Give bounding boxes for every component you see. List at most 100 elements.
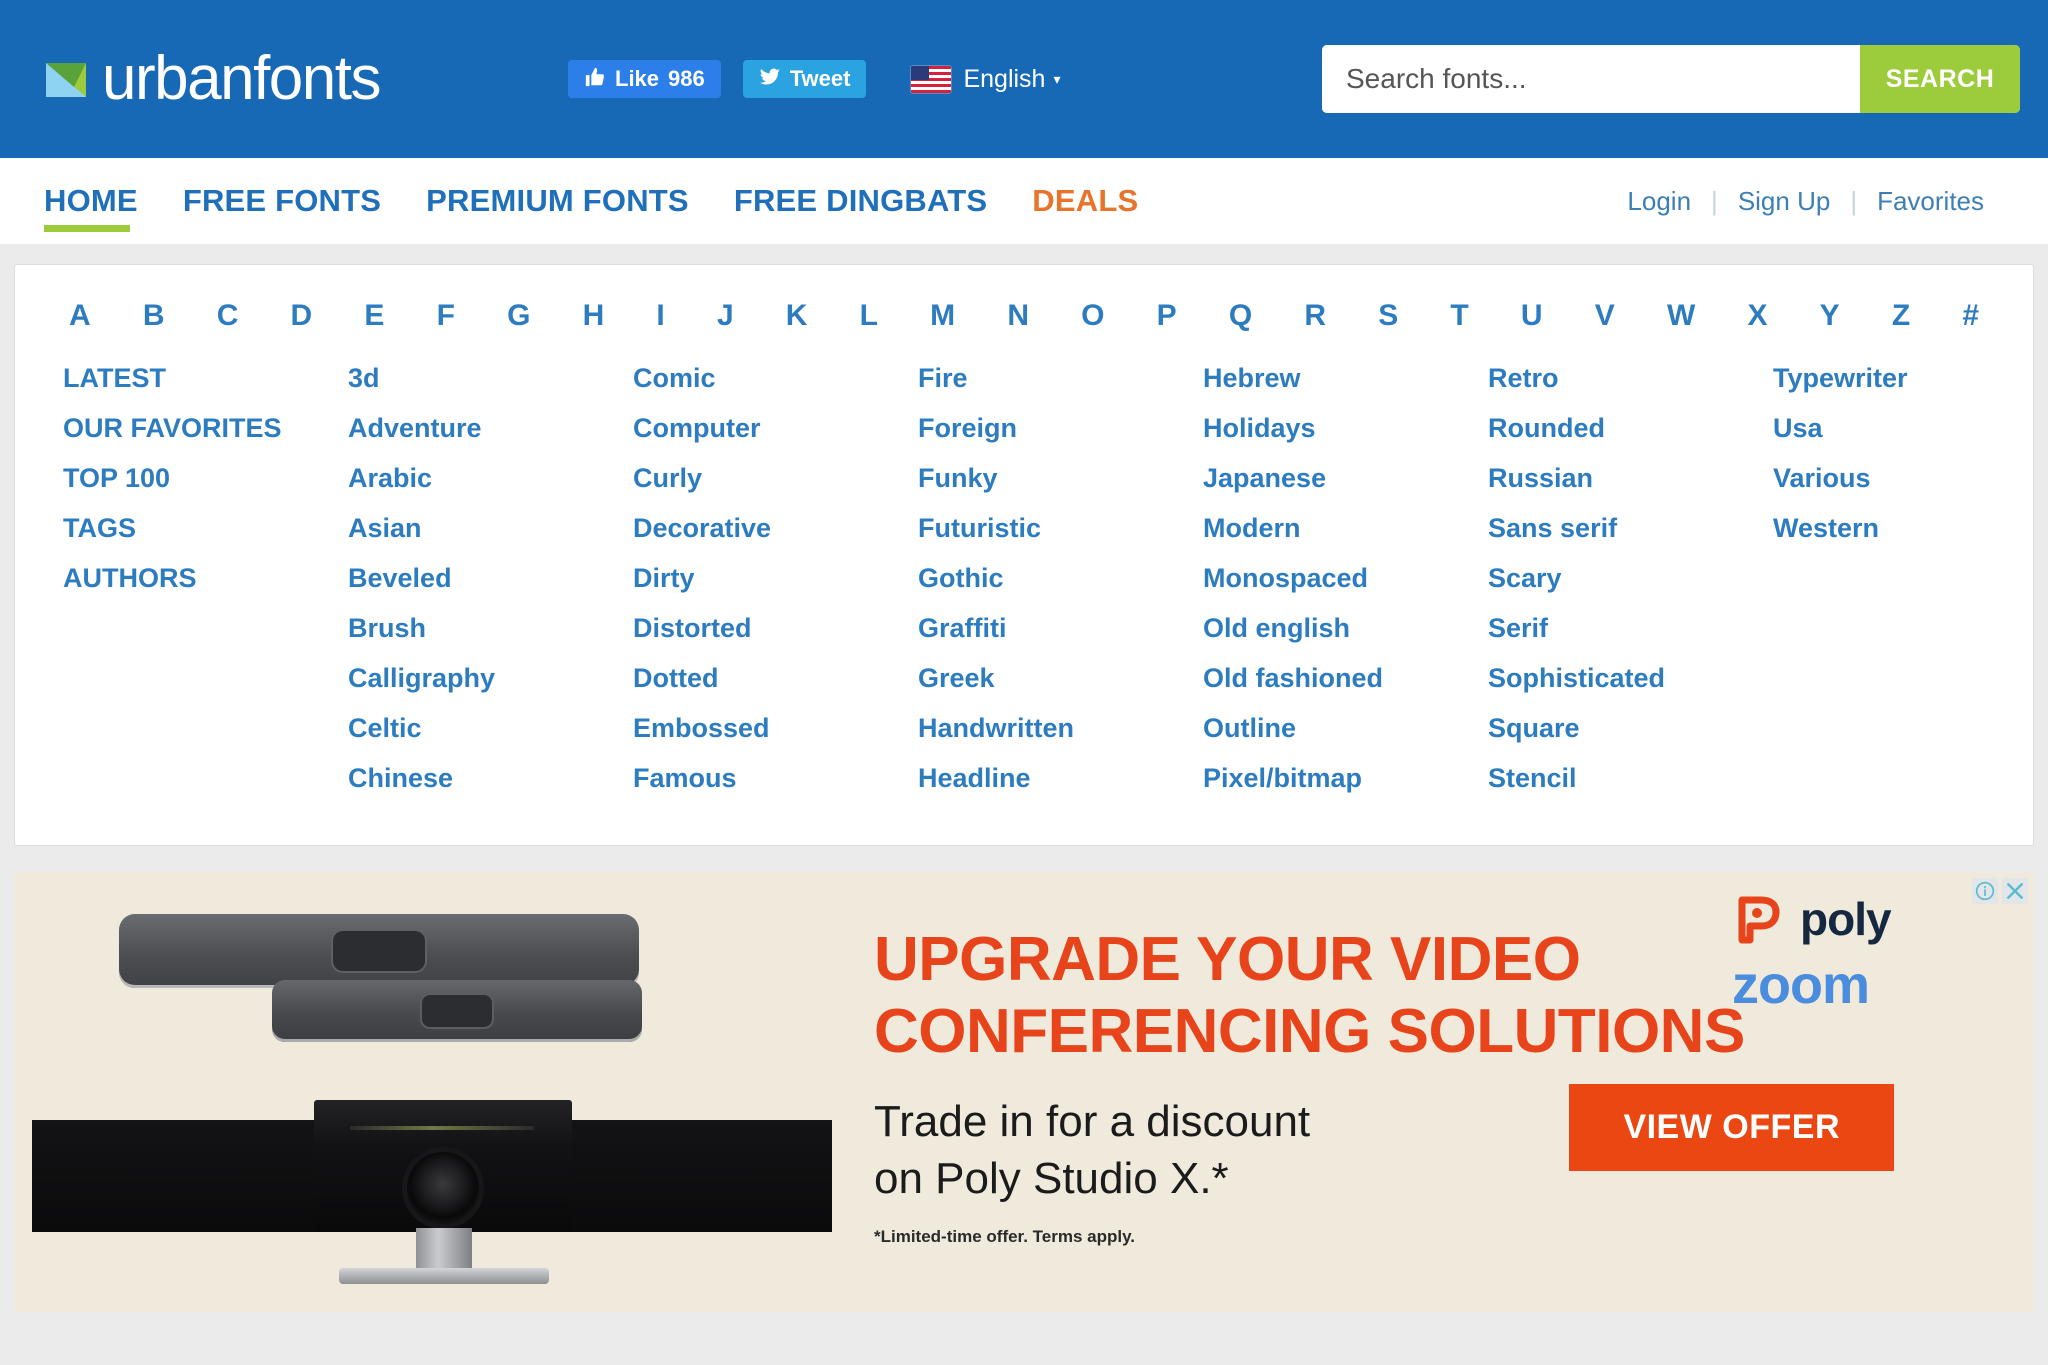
alphabet-link[interactable]: G (501, 299, 536, 333)
alphabet-link[interactable]: Q (1223, 299, 1258, 333)
alphabet-link[interactable]: B (137, 299, 171, 333)
twitter-tweet-button[interactable]: Tweet (742, 60, 867, 98)
category-link[interactable]: Serif (1488, 615, 1773, 642)
alphabet-link[interactable]: H (577, 299, 611, 333)
category-link[interactable]: Old fashioned (1203, 665, 1488, 692)
category-link[interactable]: Old english (1203, 615, 1488, 642)
category-link[interactable]: Typewriter (1773, 365, 1908, 392)
adchoices-info-icon[interactable] (1972, 878, 1998, 904)
category-link[interactable]: Headline (918, 765, 1203, 792)
category-link[interactable]: Russian (1488, 465, 1773, 492)
category-link[interactable]: Calligraphy (348, 665, 633, 692)
favorites-link[interactable]: Favorites (1857, 186, 2004, 217)
alphabet-link[interactable]: Z (1886, 299, 1916, 333)
category-link[interactable]: Modern (1203, 515, 1488, 542)
category-link[interactable]: TOP 100 (63, 465, 348, 492)
category-link[interactable]: Outline (1203, 715, 1488, 742)
category-link[interactable]: TAGS (63, 515, 348, 542)
category-link[interactable]: Beveled (348, 565, 633, 592)
category-link[interactable]: Hebrew (1203, 365, 1488, 392)
alphabet-link[interactable]: N (1001, 299, 1035, 333)
category-link[interactable]: Sans serif (1488, 515, 1773, 542)
category-link[interactable]: Distorted (633, 615, 918, 642)
alphabet-link[interactable]: D (285, 299, 319, 333)
category-link[interactable]: Fire (918, 365, 1203, 392)
category-link[interactable]: Celtic (348, 715, 633, 742)
alphabet-link[interactable]: W (1661, 299, 1701, 333)
category-link[interactable]: Brush (348, 615, 633, 642)
category-link[interactable]: Adventure (348, 415, 633, 442)
category-link[interactable]: Scary (1488, 565, 1773, 592)
alphabet-link[interactable]: P (1151, 299, 1183, 333)
category-link[interactable]: Usa (1773, 415, 1908, 442)
category-link[interactable]: Curly (633, 465, 918, 492)
signup-link[interactable]: Sign Up (1718, 186, 1851, 217)
alphabet-link[interactable]: S (1372, 299, 1404, 333)
alphabet-link[interactable]: F (431, 299, 461, 333)
search-button[interactable]: SEARCH (1860, 45, 2020, 113)
category-link[interactable]: Chinese (348, 765, 633, 792)
category-link[interactable]: Sophisticated (1488, 665, 1773, 692)
nav-item-deals[interactable]: DEALS (1032, 158, 1138, 244)
alphabet-link[interactable]: R (1298, 299, 1332, 333)
category-link[interactable]: Futuristic (918, 515, 1203, 542)
category-link[interactable]: Arabic (348, 465, 633, 492)
category-link[interactable]: Famous (633, 765, 918, 792)
alphabet-link[interactable]: V (1589, 299, 1621, 333)
category-link[interactable]: Comic (633, 365, 918, 392)
category-link[interactable]: Retro (1488, 365, 1773, 392)
category-link[interactable]: Monospaced (1203, 565, 1488, 592)
category-link[interactable]: Square (1488, 715, 1773, 742)
nav-item-premium-fonts[interactable]: PREMIUM FONTS (426, 158, 689, 244)
category-link[interactable]: Handwritten (918, 715, 1203, 742)
category-link[interactable]: Holidays (1203, 415, 1488, 442)
alphabet-link[interactable]: U (1515, 299, 1549, 333)
alphabet-link[interactable]: O (1075, 299, 1110, 333)
alphabet-link[interactable]: T (1444, 299, 1474, 333)
alphabet-link[interactable]: Y (1814, 299, 1846, 333)
category-link[interactable]: Decorative (633, 515, 918, 542)
view-offer-button[interactable]: VIEW OFFER (1569, 1084, 1894, 1171)
category-link[interactable]: Dotted (633, 665, 918, 692)
alphabet-link[interactable]: X (1741, 299, 1773, 333)
nav-item-free-dingbats[interactable]: FREE DINGBATS (734, 158, 987, 244)
category-link[interactable]: Gothic (918, 565, 1203, 592)
category-link[interactable]: Various (1773, 465, 1908, 492)
category-link[interactable]: Graffiti (918, 615, 1203, 642)
alphabet-link[interactable]: E (358, 299, 390, 333)
login-link[interactable]: Login (1607, 186, 1711, 217)
nav-item-home[interactable]: HOME (44, 158, 138, 244)
ad-close-icon[interactable] (2002, 878, 2028, 904)
category-link[interactable]: Foreign (918, 415, 1203, 442)
category-link[interactable]: Stencil (1488, 765, 1773, 792)
search-input[interactable] (1322, 45, 1860, 113)
category-link[interactable]: Western (1773, 515, 1908, 542)
nav-item-free-fonts[interactable]: FREE FONTS (183, 158, 381, 244)
alphabet-link[interactable]: J (711, 299, 740, 333)
facebook-like-button[interactable]: Like 986 (568, 60, 721, 98)
alphabet-link[interactable]: L (854, 299, 884, 333)
category-link[interactable]: Pixel/bitmap (1203, 765, 1488, 792)
category-link[interactable]: 3d (348, 365, 633, 392)
category-link[interactable]: Greek (918, 665, 1203, 692)
category-link[interactable]: Embossed (633, 715, 918, 742)
alphabet-link[interactable]: I (650, 299, 670, 333)
category-link[interactable]: Rounded (1488, 415, 1773, 442)
video-bar-device-small (272, 980, 642, 1042)
site-logo[interactable]: urbanfonts (44, 48, 382, 110)
alphabet-link[interactable]: M (924, 299, 961, 333)
category-link[interactable]: LATEST (63, 365, 348, 392)
alphabet-link[interactable]: A (63, 299, 97, 333)
category-link[interactable]: OUR FAVORITES (63, 415, 348, 442)
category-link[interactable]: Asian (348, 515, 633, 542)
category-link[interactable]: Dirty (633, 565, 918, 592)
language-selector[interactable]: English ▾ (911, 65, 1061, 94)
advertisement-banner[interactable]: UPGRADE YOUR VIDEO CONFERENCING SOLUTION… (14, 872, 2034, 1312)
category-link[interactable]: Japanese (1203, 465, 1488, 492)
category-link[interactable]: Funky (918, 465, 1203, 492)
alphabet-link[interactable]: K (780, 299, 814, 333)
alphabet-link[interactable]: C (211, 299, 245, 333)
category-link[interactable]: Computer (633, 415, 918, 442)
category-link[interactable]: AUTHORS (63, 565, 348, 592)
alphabet-link[interactable]: # (1956, 299, 1985, 333)
